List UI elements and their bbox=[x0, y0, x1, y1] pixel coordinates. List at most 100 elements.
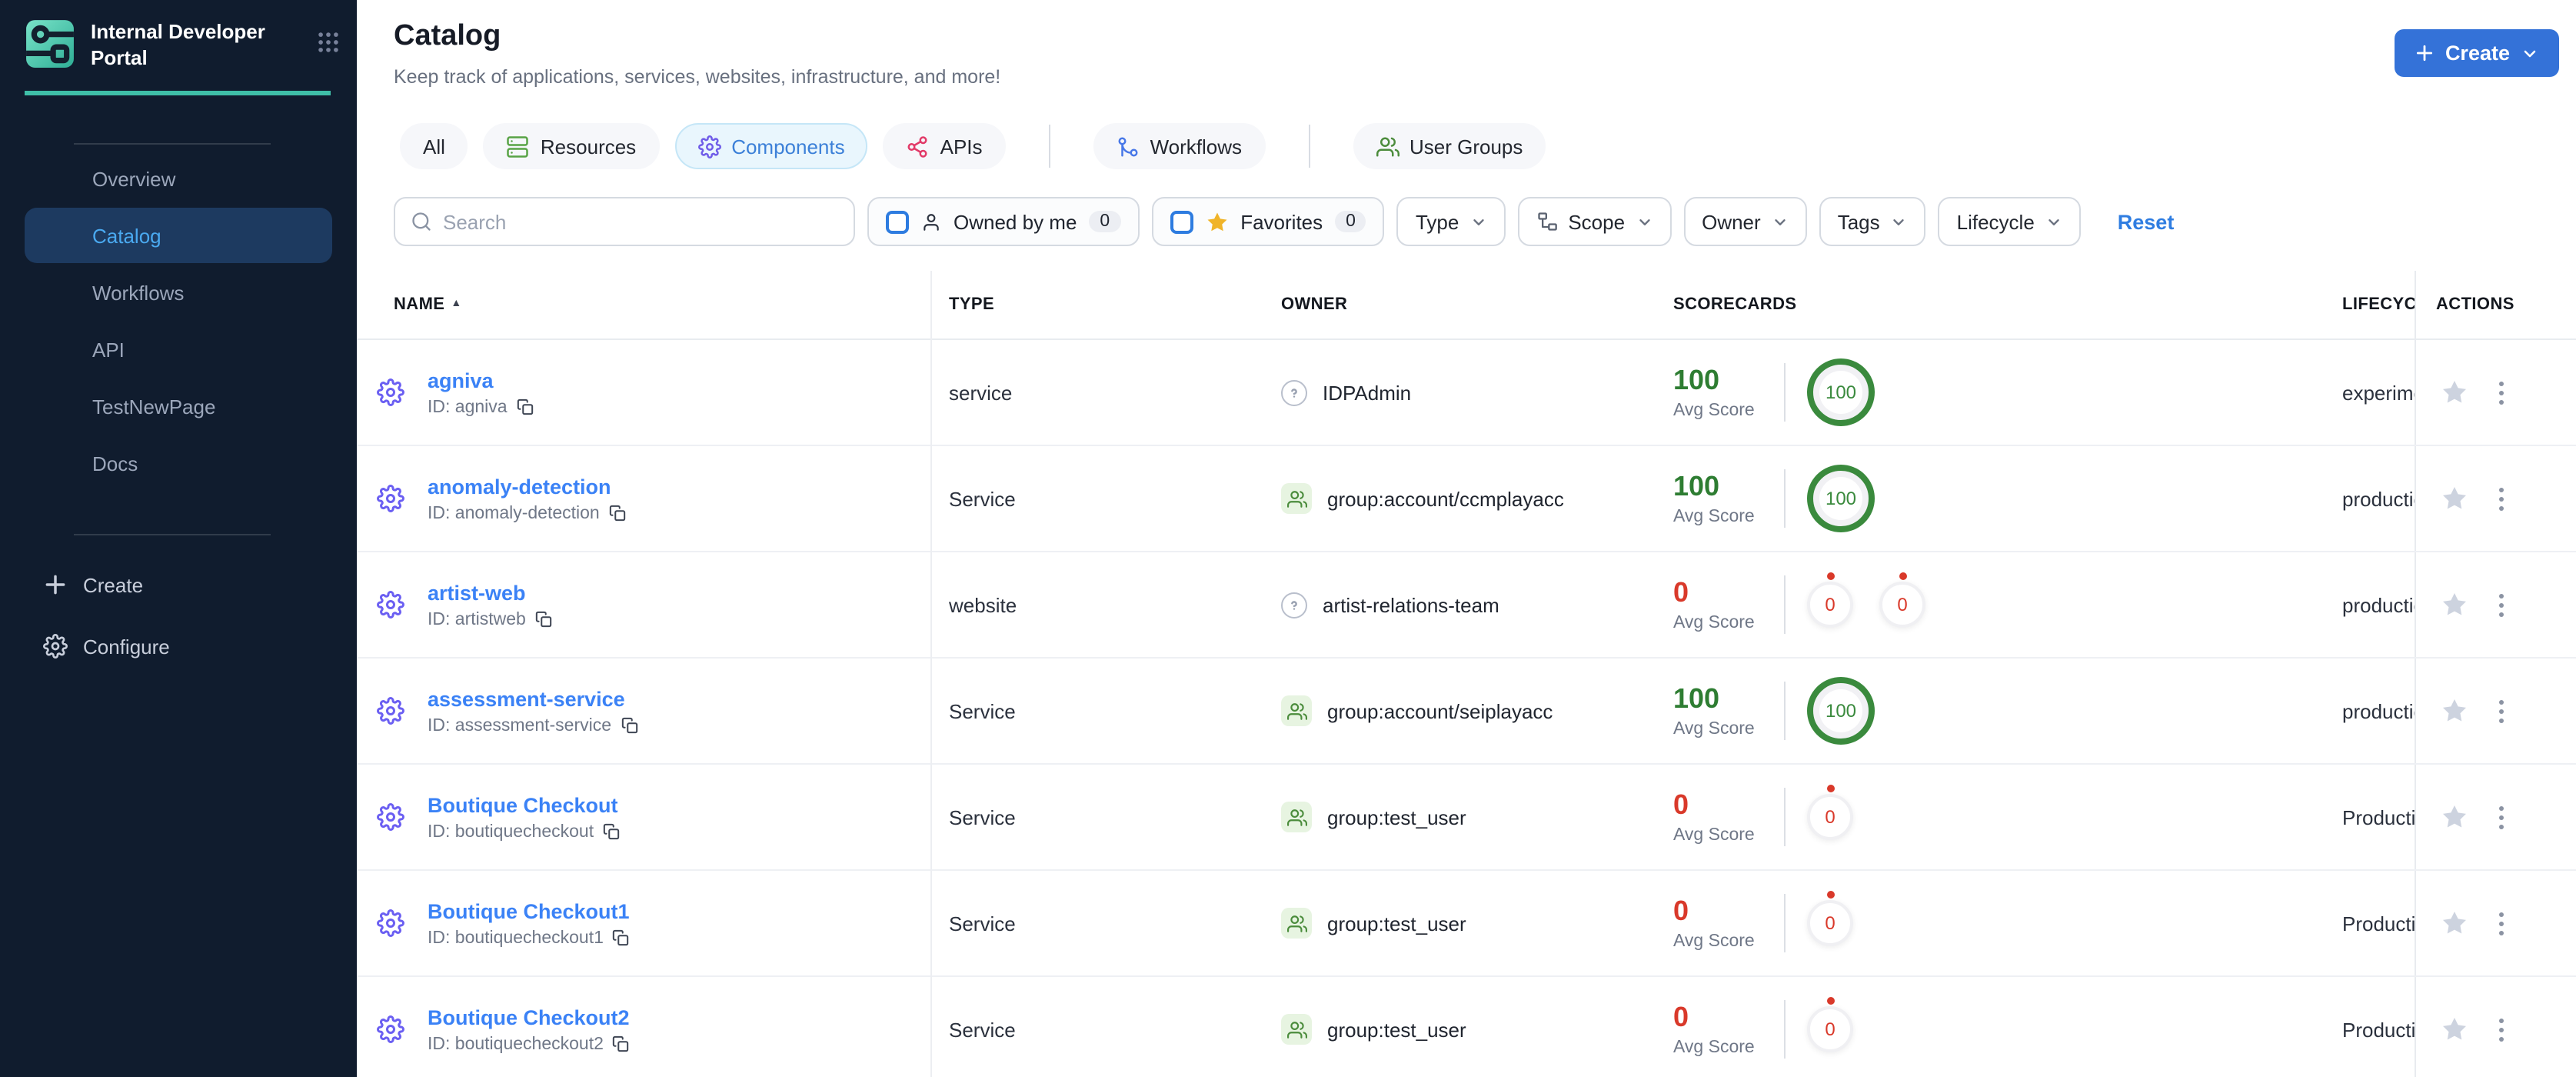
owned-by-me-checkbox[interactable] bbox=[886, 210, 909, 233]
favorite-star-icon[interactable] bbox=[2441, 485, 2468, 512]
row-menu-icon[interactable] bbox=[2493, 375, 2510, 410]
scorecard-ring[interactable]: 0 bbox=[1807, 785, 1853, 840]
copy-icon[interactable] bbox=[609, 505, 626, 522]
component-id: ID: agniva bbox=[428, 398, 508, 416]
owner-dropdown[interactable]: Owner bbox=[1683, 197, 1807, 246]
favorite-star-icon[interactable] bbox=[2441, 803, 2468, 831]
tab-user-groups[interactable]: User Groups bbox=[1353, 123, 1546, 169]
scorecard-ring[interactable]: 100 bbox=[1807, 677, 1875, 745]
component-gear-icon bbox=[377, 485, 404, 512]
group-icon bbox=[1281, 802, 1312, 832]
scope-dropdown[interactable]: Scope bbox=[1517, 197, 1672, 246]
avg-score-value: 0 bbox=[1673, 1001, 1689, 1032]
copy-icon[interactable] bbox=[613, 1035, 630, 1052]
copy-icon[interactable] bbox=[603, 823, 620, 840]
favorite-star-icon[interactable] bbox=[2441, 1015, 2468, 1043]
favorites-checkbox[interactable] bbox=[1170, 210, 1193, 233]
scorecard-ring[interactable]: 100 bbox=[1807, 358, 1875, 426]
users-icon bbox=[1376, 135, 1399, 158]
tab-apis[interactable]: APIs bbox=[883, 123, 1006, 169]
component-gear-icon bbox=[377, 1015, 404, 1043]
column-header-owner[interactable]: OWNER bbox=[1281, 295, 1347, 314]
favorites-count: 0 bbox=[1335, 211, 1366, 232]
component-gear-icon bbox=[377, 697, 404, 725]
reset-filters-link[interactable]: Reset bbox=[2118, 210, 2175, 233]
tags-dropdown[interactable]: Tags bbox=[1819, 197, 1926, 246]
app-grid-icon[interactable] bbox=[315, 29, 341, 55]
copy-icon[interactable] bbox=[613, 929, 630, 946]
row-actions bbox=[2415, 446, 2576, 551]
favorite-star-icon[interactable] bbox=[2441, 909, 2468, 937]
avg-score-label: Avg Score bbox=[1673, 1038, 1755, 1056]
sidebar-configure-button[interactable]: Configure bbox=[25, 619, 332, 674]
component-id: ID: boutiquecheckout1 bbox=[428, 929, 604, 947]
sidebar-item-testnewpage[interactable]: TestNewPage bbox=[25, 378, 332, 434]
owner-label: group:account/seiplayacc bbox=[1327, 699, 1553, 722]
row-menu-icon[interactable] bbox=[2493, 905, 2510, 941]
sidebar-item-catalog[interactable]: Catalog bbox=[25, 208, 332, 263]
row-menu-icon[interactable] bbox=[2493, 1012, 2510, 1047]
person-icon bbox=[921, 212, 941, 232]
scorecard-ring[interactable]: 0 bbox=[1807, 572, 1853, 628]
copy-icon[interactable] bbox=[621, 717, 637, 734]
sidebar-item-workflows[interactable]: Workflows bbox=[25, 265, 332, 320]
favorite-star-icon[interactable] bbox=[2441, 697, 2468, 725]
lifecycle-value: production bbox=[2342, 593, 2415, 616]
column-header-name[interactable]: NAME ▲ bbox=[394, 295, 462, 314]
sidebar-item-docs[interactable]: Docs bbox=[25, 435, 332, 491]
favorites-filter[interactable]: Favorites 0 bbox=[1151, 197, 1385, 246]
unknown-owner-icon bbox=[1281, 379, 1307, 405]
component-gear-icon bbox=[377, 909, 404, 937]
owned-by-me-filter[interactable]: Owned by me 0 bbox=[867, 197, 1140, 246]
copy-icon[interactable] bbox=[535, 611, 552, 628]
row-menu-icon[interactable] bbox=[2493, 693, 2510, 729]
sidebar: Internal Developer Portal Overview Catal… bbox=[0, 0, 357, 1077]
component-name-link[interactable]: anomaly-detection bbox=[428, 475, 626, 498]
tab-components[interactable]: Components bbox=[674, 123, 868, 169]
favorite-star-icon[interactable] bbox=[2441, 591, 2468, 619]
component-name-link[interactable]: agniva bbox=[428, 368, 534, 392]
component-name-link[interactable]: Boutique Checkout2 bbox=[428, 1005, 630, 1029]
table-row: assessment-service ID: assessment-servic… bbox=[357, 659, 2576, 765]
column-header-lifecycle[interactable]: LIFECYCLE bbox=[2342, 295, 2415, 314]
favorite-star-icon[interactable] bbox=[2441, 378, 2468, 406]
component-type: website bbox=[949, 593, 1017, 616]
chevron-down-icon bbox=[1772, 213, 1789, 230]
search-input[interactable] bbox=[443, 210, 838, 233]
scorecard-ring[interactable]: 0 bbox=[1879, 572, 1925, 628]
row-menu-icon[interactable] bbox=[2493, 587, 2510, 622]
scorecard-ring[interactable]: 0 bbox=[1807, 997, 1853, 1052]
scorecard-ring[interactable]: 100 bbox=[1807, 465, 1875, 532]
tab-resources[interactable]: Resources bbox=[483, 123, 660, 169]
sidebar-divider bbox=[74, 143, 271, 145]
component-type: service bbox=[949, 381, 1013, 404]
copy-icon[interactable] bbox=[517, 398, 534, 415]
sidebar-item-api[interactable]: API bbox=[25, 322, 332, 377]
lifecycle-dropdown[interactable]: Lifecycle bbox=[1938, 197, 2081, 246]
type-dropdown[interactable]: Type bbox=[1396, 197, 1506, 246]
row-menu-icon[interactable] bbox=[2493, 799, 2510, 835]
scorecard-ring[interactable]: 0 bbox=[1807, 891, 1853, 946]
component-name-link[interactable]: Boutique Checkout1 bbox=[428, 899, 630, 922]
column-header-type[interactable]: TYPE bbox=[949, 295, 994, 314]
column-header-scorecards[interactable]: SCORECARDS bbox=[1673, 295, 1796, 314]
component-name-link[interactable]: Boutique Checkout bbox=[428, 793, 620, 816]
create-button[interactable]: Create bbox=[2394, 29, 2559, 77]
table-header: NAME▲ TYPE OWNER SCORECARDS LIFECYCLE AC… bbox=[357, 271, 2576, 340]
component-name-link[interactable]: assessment-service bbox=[428, 687, 637, 710]
plus-icon bbox=[2415, 43, 2435, 63]
avg-score-label: Avg Score bbox=[1673, 507, 1755, 525]
component-name-link[interactable]: artist-web bbox=[428, 581, 552, 604]
sidebar-create-button[interactable]: Create bbox=[25, 557, 332, 612]
avg-score-label: Avg Score bbox=[1673, 825, 1755, 844]
tab-workflows[interactable]: Workflows bbox=[1093, 123, 1265, 169]
sidebar-item-overview[interactable]: Overview bbox=[25, 151, 332, 206]
tab-all[interactable]: All bbox=[400, 123, 468, 169]
app-window: Internal Developer Portal Overview Catal… bbox=[0, 0, 2576, 1077]
table-row: anomaly-detection ID: anomaly-detection … bbox=[357, 446, 2576, 552]
component-id: ID: anomaly-detection bbox=[428, 504, 600, 522]
app-title: Internal Developer Portal bbox=[91, 20, 265, 70]
star-icon bbox=[1205, 210, 1228, 233]
row-menu-icon[interactable] bbox=[2493, 481, 2510, 516]
actions-header-wrap: ACTIONS bbox=[2415, 271, 2576, 338]
